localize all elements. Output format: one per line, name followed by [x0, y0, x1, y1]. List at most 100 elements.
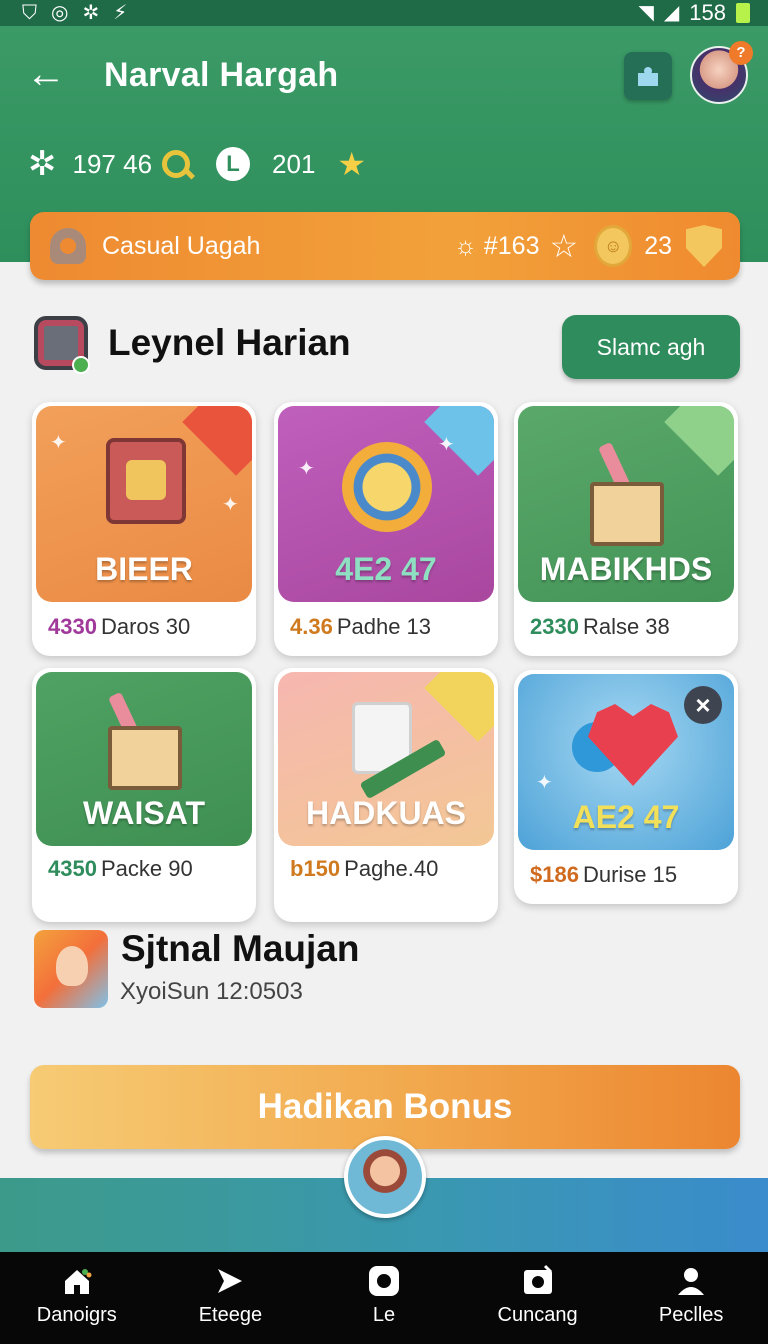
card-title: WAISAT — [82, 795, 206, 831]
card-footer: b150 Paghe.40 — [290, 856, 438, 882]
sparkle-icon: ✦ — [222, 494, 239, 516]
card-title: 4E2 47 — [335, 551, 437, 587]
corner-ribbon — [664, 406, 734, 476]
help-badge-icon[interactable]: ? — [729, 41, 753, 65]
game-card[interactable]: ✦ ✦ BIEER 4330 Daros 30 — [32, 402, 256, 656]
game-card[interactable]: HADKUAS b150 Paghe.40 — [274, 668, 498, 922]
sparkle-icon: ✦ — [438, 434, 455, 456]
nav-label: Le — [372, 1304, 396, 1326]
corner-ribbon — [424, 672, 494, 742]
section-title: Leynel Harian — [108, 322, 351, 363]
card-art: WAISAT — [36, 672, 252, 846]
card-desc: Packe 90 — [100, 856, 193, 881]
puzzle-icon — [638, 67, 658, 86]
corner-ribbon — [424, 406, 494, 476]
level-value: 201 — [272, 148, 316, 179]
status-text: 158 — [689, 0, 726, 25]
back-arrow-icon[interactable]: ← — [26, 54, 70, 98]
card-title: MABIKHDS — [539, 551, 713, 587]
game-card[interactable]: ✦ ✦ 4E2 47 4.36 Padhe 13 — [274, 402, 498, 656]
red-heart-icon — [588, 704, 678, 786]
card-art: MABIKHDS — [518, 406, 734, 602]
category-rank: ☼ #163 — [454, 231, 540, 260]
card-footer: $186 Durise 15 — [530, 862, 677, 888]
card-title: HADKUAS — [306, 795, 466, 831]
gear-icon: ✲ — [28, 145, 57, 183]
target-icon: ◎ — [51, 2, 69, 24]
mascot-avatar[interactable] — [344, 1136, 426, 1218]
section-action-button[interactable]: Slamc agh — [562, 315, 740, 379]
nav-label: Peclles — [658, 1304, 724, 1326]
coin-face-icon: ☺ — [594, 225, 633, 267]
nav-label: Cuncang — [497, 1304, 578, 1326]
card-price: $186 — [530, 862, 579, 887]
category-bar[interactable]: Casual Uagah ☼ #163 ☆ ☺ 23 — [30, 212, 740, 280]
corner-ribbon — [182, 406, 252, 476]
page-title: Narval Hargah — [104, 56, 339, 94]
card-price: 2330 — [530, 614, 579, 639]
player-name: Sjtnal Maujan — [121, 928, 360, 969]
card-footer: 2330 Ralse 38 — [530, 614, 670, 640]
game-card[interactable]: MABIKHDS 2330 Ralse 38 — [514, 402, 738, 656]
coin-count: 23 — [644, 231, 672, 260]
nav-item-peclles[interactable]: Peclles — [614, 1252, 768, 1344]
profile-icon — [674, 1264, 708, 1298]
treasure-chest-icon — [106, 438, 186, 524]
card-price: 4.36 — [290, 614, 333, 639]
player-avatar[interactable] — [34, 930, 108, 1008]
card-footer: 4350 Packe 90 — [48, 856, 193, 882]
signal-spark-icon: ⚡ — [113, 2, 128, 24]
card-price: 4330 — [48, 614, 97, 639]
stats-row: ✲ 197 46 L 201 ★ — [28, 142, 366, 186]
close-icon[interactable]: × — [684, 686, 722, 724]
player-subtitle: XyoiSun 12:0503 — [120, 978, 303, 1005]
game-card[interactable]: WAISAT 4350 Packe 90 — [32, 668, 256, 922]
status-bar: ⛉ ◎ ✲ ⚡ ◥ ◢ 158 — [0, 0, 768, 26]
sun-badge-icon — [342, 442, 432, 532]
nav-label: Danoigrs — [36, 1304, 117, 1326]
card-footer: 4.36 Padhe 13 — [290, 614, 431, 640]
card-desc: Daros 30 — [100, 614, 191, 639]
sparkle-icon: ✦ — [298, 458, 315, 480]
key-icon — [162, 150, 191, 178]
home-icon — [60, 1264, 94, 1298]
nav-label: Eteege — [198, 1304, 263, 1326]
card-title: BIEER — [95, 551, 193, 587]
shield-badge-icon — [686, 225, 722, 267]
battery-icon — [736, 3, 750, 23]
card-price: 4350 — [48, 856, 97, 881]
nav-item-danoigrs[interactable]: Danoigrs — [0, 1252, 154, 1344]
bottom-navigation: Danoigrs Eteege Le Cuncang Peclles — [0, 1252, 768, 1344]
nav-item-cuncang[interactable]: Cuncang — [461, 1252, 615, 1344]
card-desc: Paghe.40 — [344, 856, 439, 881]
clock-icon: L — [216, 147, 251, 181]
card-art: ✦ ✦ BIEER — [36, 406, 252, 602]
category-rank-value: #163 — [483, 231, 540, 260]
record-icon — [367, 1264, 401, 1298]
cell-signal-icon: ◢ — [663, 2, 680, 24]
status-right-icons: ◥ ◢ 158 — [638, 0, 750, 26]
puzzle-menu-button[interactable] — [624, 52, 672, 100]
nav-item-eteege[interactable]: Eteege — [154, 1252, 308, 1344]
sparkle-icon: ✦ — [536, 772, 553, 794]
status-left-icons: ⛉ ◎ ✲ ⚡ — [22, 0, 127, 26]
nav-item-le[interactable]: Le — [307, 1252, 461, 1344]
camera-icon — [521, 1264, 555, 1298]
spark-icon: ✲ — [82, 2, 100, 24]
card-desc: Ralse 38 — [582, 614, 670, 639]
arrow-icon — [213, 1264, 247, 1298]
card-price: b150 — [290, 856, 341, 881]
outline-star-icon: ☆ — [549, 228, 579, 264]
card-title: AE2 47 — [572, 799, 680, 835]
card-art: ✦ ✦ 4E2 47 — [278, 406, 494, 602]
card-art: HADKUAS — [278, 672, 494, 846]
wifi-icon: ◥ — [638, 2, 654, 24]
star-icon: ★ — [337, 146, 367, 182]
category-icon — [50, 228, 86, 264]
card-desc: Padhe 13 — [336, 614, 432, 639]
card-desc: Durise 15 — [582, 862, 678, 887]
craft-box-icon — [108, 726, 182, 790]
score-value: 197 46 — [72, 148, 153, 179]
shield-icon: ⛉ — [22, 2, 37, 24]
online-dot-icon — [72, 356, 90, 374]
